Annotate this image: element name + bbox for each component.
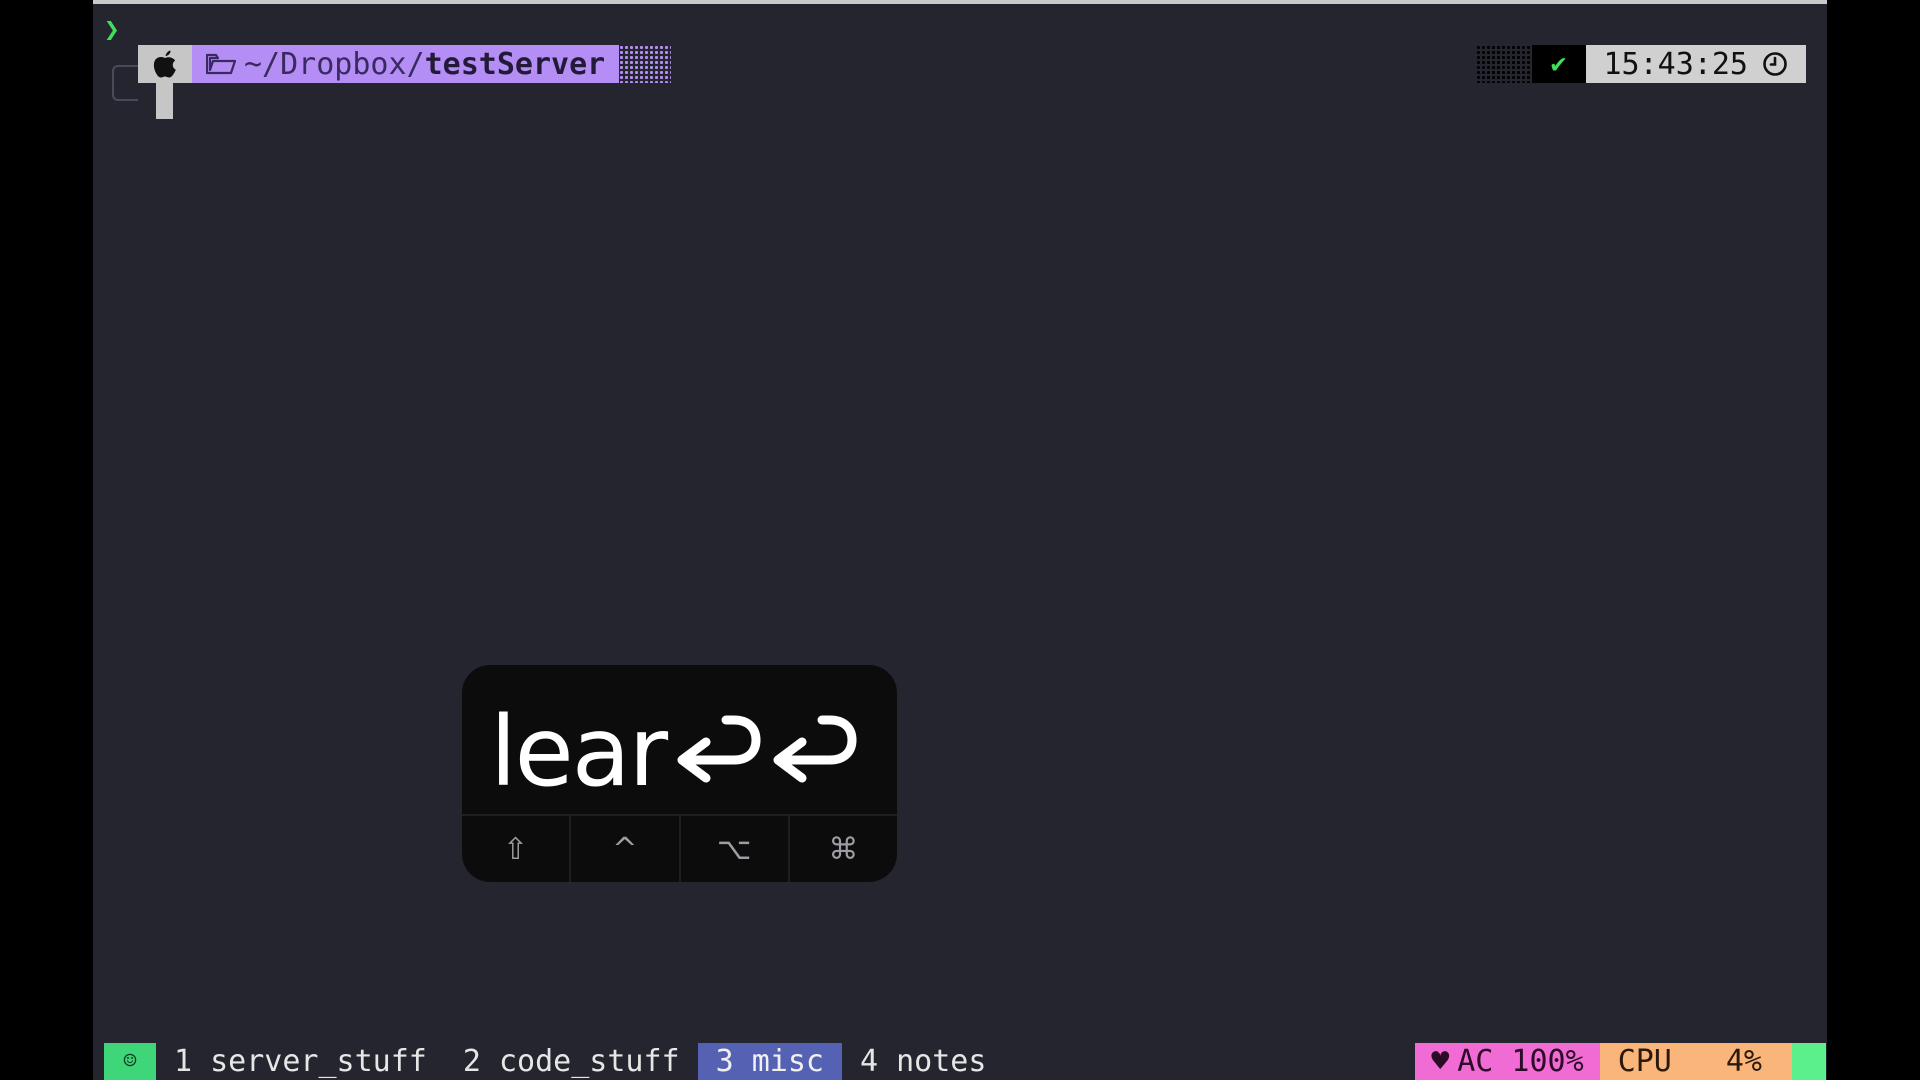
apple-icon [153, 50, 176, 78]
shift-icon: ⇧ [503, 831, 529, 867]
prompt-chevron: ❯ [104, 15, 120, 45]
session-icon: ☺ [104, 1043, 156, 1080]
prompt-connector [112, 65, 138, 101]
directory-prefix: ~/Dropbox/ [244, 46, 425, 82]
keystroke-text: lear [490, 689, 858, 814]
keystroke-overlay: lear ⇧ ^ ⌥ ⌘ [462, 665, 897, 882]
tmux-window-server-stuff[interactable]: 1 server_stuff [156, 1043, 445, 1080]
modifier-row: ⇧ ^ ⌥ ⌘ [462, 814, 897, 882]
window-top-border [93, 0, 1827, 4]
cpu-label: CPU [1617, 1044, 1672, 1079]
tmux-window-code-stuff[interactable]: 2 code_stuff [445, 1043, 698, 1080]
cpu-value: 4% [1725, 1044, 1762, 1079]
tmux-window-misc[interactable]: 3 misc [697, 1043, 842, 1080]
directory-segment: ~/Dropbox/testServer [192, 45, 620, 83]
time-segment: 15:43:25 [1585, 45, 1806, 83]
command-icon: ⌘ [787, 816, 897, 882]
clock-icon [1763, 52, 1787, 76]
power-text: AC 100% [1457, 1044, 1584, 1079]
status-spacer [1004, 1043, 1415, 1080]
status-end-cap [1792, 1043, 1826, 1080]
cpu-status: CPU 4% [1599, 1043, 1792, 1080]
folder-open-icon [206, 53, 236, 75]
check-icon: ✔ [1550, 49, 1567, 79]
segment-dither-right [1475, 45, 1532, 83]
heart-icon: ♥ [1431, 1044, 1450, 1079]
clock-time: 15:43:25 [1603, 46, 1749, 82]
directory-leaf: testServer [424, 46, 606, 82]
segment-dither [619, 45, 672, 83]
screen: ❯ ~/Dropbox/testServer ✔ 15:43:25 lear ⇧… [0, 0, 1920, 1080]
tmux-window-notes[interactable]: 4 notes [842, 1043, 1004, 1080]
terminal-window[interactable] [93, 0, 1827, 1080]
return-icon [677, 715, 761, 782]
typed-keys: lear [490, 695, 668, 808]
control-icon: ^ [569, 816, 678, 882]
prompt-line: ~/Dropbox/testServer [138, 45, 672, 83]
os-segment [138, 45, 192, 83]
status-segment: ✔ [1531, 45, 1586, 83]
return-icon [773, 715, 857, 782]
power-status: ♥ AC 100% [1415, 1043, 1600, 1080]
right-prompt: ✔ 15:43:25 [1475, 45, 1806, 83]
option-icon: ⌥ [678, 816, 788, 882]
terminal-cursor [156, 83, 173, 119]
tmux-status-bar: ☺ 1 server_stuff 2 code_stuff 3 misc 4 n… [104, 1043, 1826, 1080]
